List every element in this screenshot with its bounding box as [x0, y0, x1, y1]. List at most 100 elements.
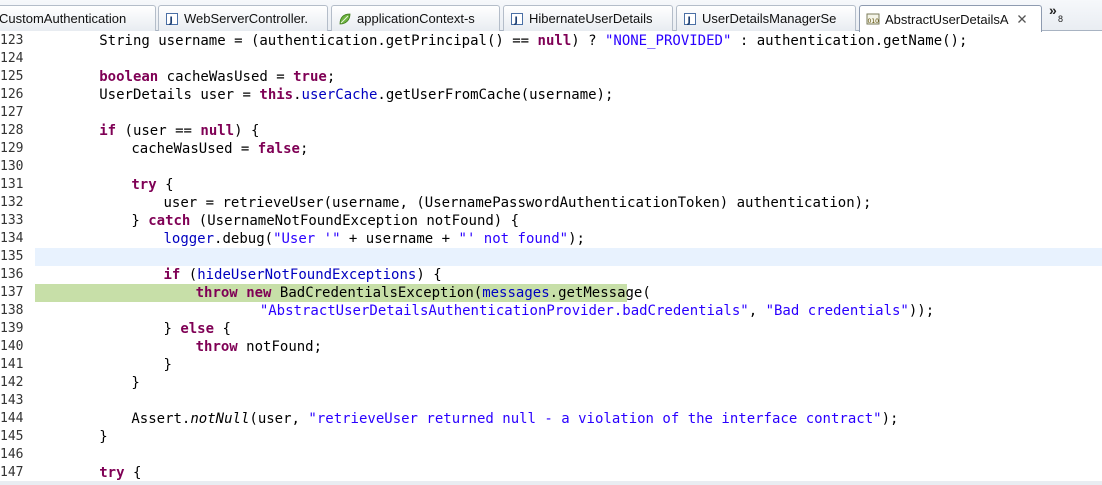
code-token: "' not found"	[458, 231, 569, 247]
code-token: boolean	[99, 69, 159, 85]
code-token: throw	[195, 285, 238, 301]
code-line[interactable]: 146	[0, 446, 1102, 464]
tab-abstract-user-details[interactable]: 010 AbstractUserDetailsA	[859, 5, 1042, 32]
code-token: logger	[163, 231, 215, 247]
code-token: notFound;	[237, 339, 323, 355]
tab-user-details-manager[interactable]: J UserDetailsManagerSe	[676, 5, 856, 31]
code-token: }	[99, 429, 108, 445]
code-text: logger.debug("User '" + username + "' no…	[163, 230, 584, 248]
code-line[interactable]: 137 throw new BadCredentialsException(mes…	[0, 284, 651, 302]
code-token: Assert.	[131, 411, 191, 427]
code-token: cacheWasUsed =	[158, 69, 294, 85]
code-line[interactable]: 133} catch (UsernameNotFoundException no…	[0, 212, 1102, 230]
code-text: try {	[131, 176, 173, 194]
code-line[interactable]: 127	[0, 104, 1102, 122]
line-number: 129	[0, 141, 24, 156]
code-token: try	[131, 177, 157, 193]
code-text: user = retrieveUser(username, (UsernameP…	[163, 194, 871, 212]
code-line[interactable]: 131 try {	[0, 176, 1102, 194]
code-line[interactable]: 141}	[0, 356, 1102, 374]
code-token: (user ==	[116, 123, 201, 139]
code-line[interactable]: 144 Assert.notNull(user, "retrieveUser re…	[0, 410, 1102, 428]
code-token: {	[124, 465, 142, 481]
code-text: Assert.notNull(user, "retrieveUser retur…	[131, 410, 898, 428]
code-line[interactable]: 125 boolean cacheWasUsed = true;	[0, 68, 1102, 86]
line-number: 145	[0, 429, 24, 444]
code-line[interactable]: 128 if (user == null) {	[0, 122, 1102, 140]
code-token: ) {	[234, 123, 260, 139]
code-token: }	[131, 375, 140, 391]
svg-text:J: J	[687, 16, 691, 26]
tab-label: AbstractUserDetailsA	[885, 11, 1009, 27]
code-line[interactable]: 129 cacheWasUsed = false;	[0, 140, 1102, 158]
code-text: } catch (UsernameNotFoundException notFo…	[131, 212, 519, 230]
editor-tab-bar: CustomAuthentication J WebServerControll…	[0, 0, 1102, 32]
code-text: throw new BadCredentialsException(messag…	[196, 284, 651, 302]
code-token: else	[180, 321, 215, 337]
code-line[interactable]: 142}	[0, 374, 1102, 392]
code-line[interactable]: 126 UserDetails user = this.userCache.get…	[0, 86, 1102, 104]
line-number: 134	[0, 231, 24, 246]
tab-custom-authentication[interactable]: CustomAuthentication	[0, 5, 156, 31]
line-number: 124	[0, 51, 24, 66]
code-token: "retrieveUser returned null - a violatio…	[308, 411, 882, 427]
code-line[interactable]: 132 user = retrieveUser(username, (Userna…	[0, 194, 1102, 212]
code-token: }	[163, 321, 181, 337]
line-number: 123	[0, 33, 24, 48]
code-line[interactable]: 124	[0, 50, 1102, 68]
code-token: "Bad credentials"	[765, 303, 909, 319]
code-text: UserDetails user = this.userCache.getUse…	[99, 86, 613, 104]
editor-bottom-edge	[0, 481, 1102, 485]
code-line[interactable]: 143	[0, 392, 1102, 410]
code-token: new	[246, 285, 272, 301]
code-line[interactable]: 147 try {	[0, 464, 1102, 482]
line-number: 128	[0, 123, 24, 138]
code-token: this	[259, 87, 294, 103]
code-token: user = retrieveUser(username, (UsernameP…	[163, 195, 872, 211]
code-token: (UsernameNotFoundException notFound) {	[190, 213, 520, 229]
code-text: cacheWasUsed = false;	[131, 140, 308, 158]
line-number: 146	[0, 447, 24, 462]
code-line[interactable]: 140 throw notFound;	[0, 338, 1102, 356]
java-file-icon: J	[166, 12, 178, 26]
tab-web-server-controller[interactable]: J WebServerController.	[158, 5, 328, 31]
code-line[interactable]: 135	[0, 248, 1102, 266]
code-token: ) {	[416, 267, 442, 283]
line-number: 142	[0, 375, 24, 390]
tab-application-context[interactable]: applicationContext-s	[331, 5, 500, 31]
spring-leaf-icon	[339, 13, 351, 24]
code-line[interactable]: 145}	[0, 428, 1102, 446]
class-file-icon: 010	[866, 13, 880, 25]
close-icon[interactable]	[1016, 13, 1028, 25]
code-text: }	[131, 374, 139, 392]
code-line[interactable]: 130	[0, 158, 1102, 176]
code-line[interactable]: 139} else {	[0, 320, 1102, 338]
code-token: );	[568, 231, 585, 247]
line-number: 138	[0, 303, 24, 318]
tab-label: WebServerController.	[184, 11, 309, 26]
code-token: BadCredentialsException(	[271, 285, 483, 301]
code-token: "User '"	[273, 231, 341, 247]
code-token: cacheWasUsed =	[131, 141, 258, 157]
code-line[interactable]: 123 String username = (authentication.get…	[0, 32, 1102, 50]
code-line[interactable]: 138 "AbstractUserDetailsAuthenticationPro…	[0, 302, 1102, 320]
code-token: );	[881, 411, 899, 427]
code-token: }	[163, 357, 172, 373]
code-text: String username = (authentication.getPri…	[99, 32, 967, 50]
code-editor[interactable]: 123 String username = (authentication.get…	[0, 32, 1102, 481]
code-token: try	[99, 465, 125, 481]
code-token: String username = (authentication.getPri…	[99, 33, 538, 49]
code-line[interactable]: 134 logger.debug("User '" + username + "'…	[0, 230, 1102, 248]
code-token: .getMessage(	[549, 285, 651, 301]
code-token: "NONE_PROVIDED"	[604, 33, 732, 49]
tab-overflow-button[interactable]: » 8	[1047, 3, 1077, 27]
tab-hibernate-user-details[interactable]: J HibernateUserDetails	[503, 5, 673, 31]
code-token: false	[257, 141, 300, 157]
line-number: 127	[0, 105, 24, 120]
code-token: hideUserNotFoundExceptions	[197, 267, 417, 283]
code-token: {	[214, 321, 231, 337]
code-line[interactable]: 136 if (hideUserNotFoundExceptions) {	[0, 266, 1102, 284]
code-text: boolean cacheWasUsed = true;	[99, 68, 335, 86]
line-number: 131	[0, 177, 24, 192]
code-token: ));	[908, 303, 935, 319]
